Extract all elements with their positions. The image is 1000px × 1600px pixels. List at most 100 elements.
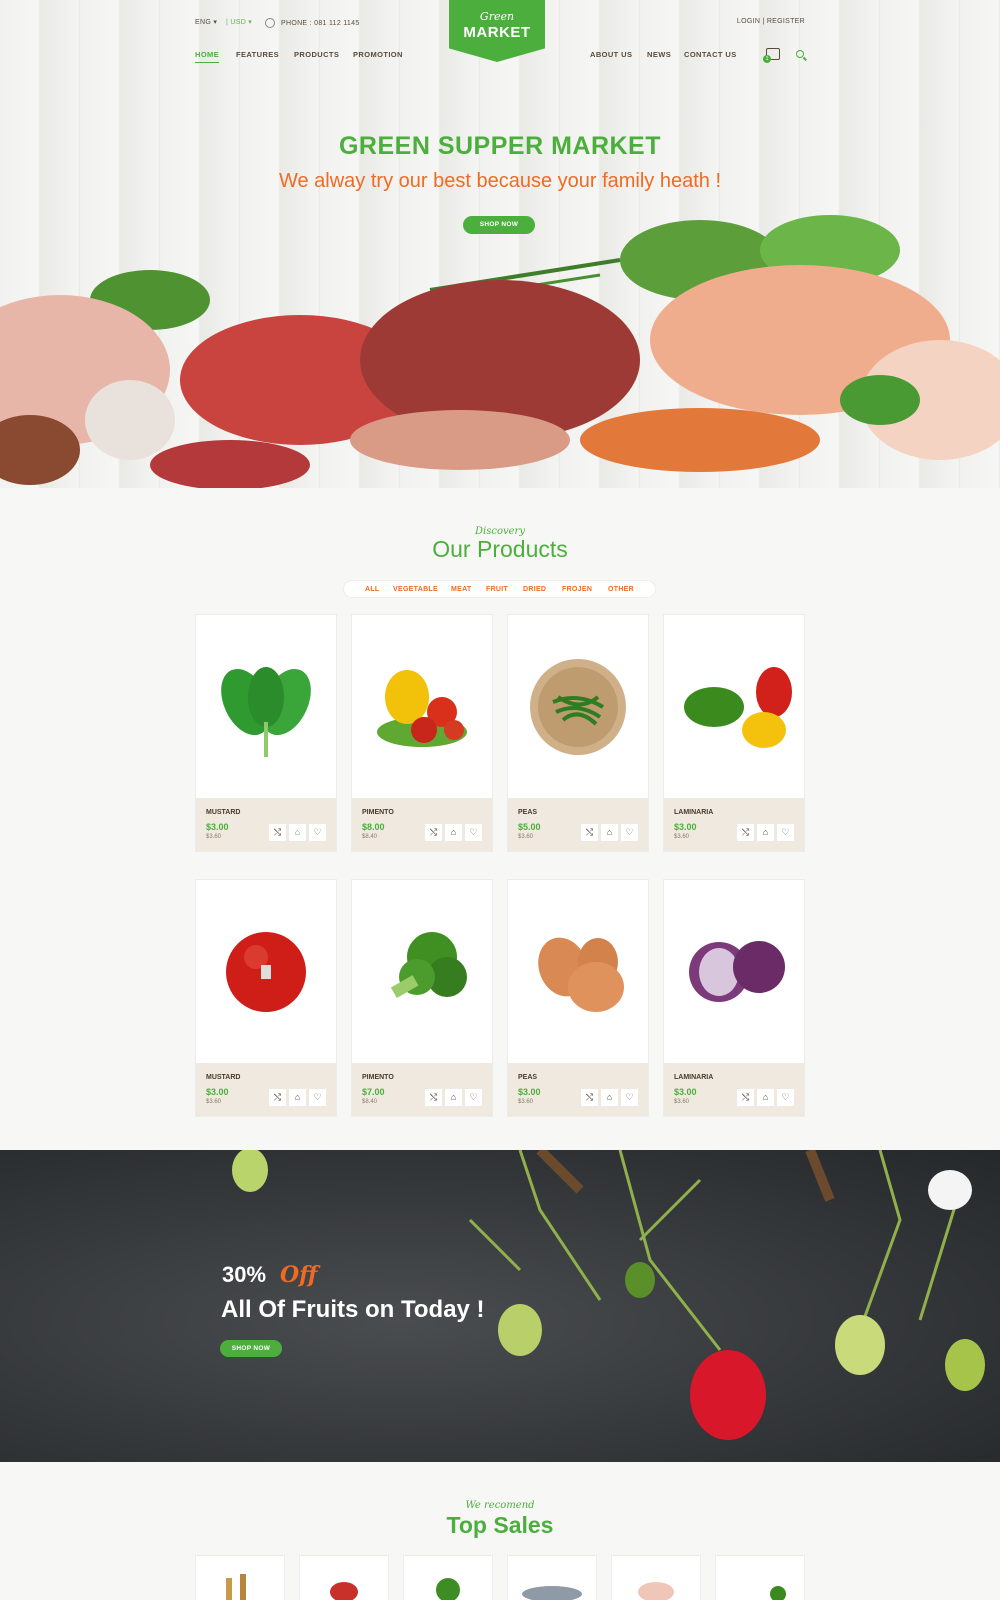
product-price: $7.00: [362, 1087, 385, 1097]
nav-news[interactable]: NEWS: [647, 50, 671, 59]
product-info: PIMENTO $8.00 $8.40 ⤭ ⌂ ♡: [352, 798, 492, 851]
promo-shop-now-button[interactable]: SHOP NOW: [220, 1340, 282, 1357]
search-icon[interactable]: [796, 50, 804, 58]
product-image-bell-peppers[interactable]: [664, 615, 804, 798]
promo-headline: All Of Fruits on Today !: [221, 1296, 485, 1323]
top-sale-card[interactable]: [300, 1556, 388, 1600]
top-sales-kicker: We recomend: [465, 1500, 535, 1511]
heart-icon[interactable]: ♡: [621, 824, 638, 841]
filter-all[interactable]: ALL: [365, 586, 380, 593]
compare-icon[interactable]: ⤭: [581, 824, 598, 841]
basket-icon[interactable]: ⌂: [757, 1089, 774, 1106]
compare-icon[interactable]: ⤭: [269, 1089, 286, 1106]
product-name[interactable]: PEAS: [518, 1074, 537, 1081]
hero-section: ENG ▾ | USD ▾ PHONE : 081 112 1145 LOGIN…: [0, 0, 1000, 488]
product-name[interactable]: MUSTARD: [206, 809, 240, 816]
top-sale-card[interactable]: [508, 1556, 596, 1600]
product-price: $3.00: [206, 822, 229, 832]
compare-icon[interactable]: ⤭: [425, 824, 442, 841]
product-image-beans-basket[interactable]: [508, 615, 648, 798]
filter-meat[interactable]: MEAT: [451, 586, 472, 593]
nav-about-us[interactable]: ABOUT US: [590, 50, 632, 59]
product-image-pepper-tomato[interactable]: [352, 615, 492, 798]
auth-separator: |: [762, 18, 765, 25]
product-price: $3.00: [674, 822, 697, 832]
top-sale-card[interactable]: [196, 1556, 284, 1600]
product-image-broccoli[interactable]: [352, 880, 492, 1063]
top-sale-card[interactable]: [404, 1556, 492, 1600]
nav-contact-us[interactable]: CONTACT US: [684, 50, 737, 59]
product-image-red-cabbage[interactable]: [664, 880, 804, 1063]
product-actions: ⤭ ⌂ ♡: [578, 824, 638, 842]
basket-icon[interactable]: ⌂: [289, 824, 306, 841]
product-name[interactable]: PIMENTO: [362, 1074, 394, 1081]
filter-dried[interactable]: DRIED: [523, 586, 546, 593]
heart-icon[interactable]: ♡: [777, 1089, 794, 1106]
product-card[interactable]: PEAS $3.00 $3.60 ⤭ ⌂ ♡: [508, 880, 648, 1116]
filter-vegetable[interactable]: VEGETABLE: [393, 586, 438, 593]
basket-icon[interactable]: ⌂: [289, 1089, 306, 1106]
products-title: Our Products: [432, 536, 568, 562]
nav-home[interactable]: HOME: [195, 50, 220, 63]
product-price: $3.00: [206, 1087, 229, 1097]
nav-products[interactable]: PRODUCTS: [294, 50, 339, 59]
register-link[interactable]: REGISTER: [767, 18, 805, 25]
hero-shop-now-button[interactable]: SHOP NOW: [463, 216, 535, 234]
heart-icon[interactable]: ♡: [621, 1089, 638, 1106]
compare-icon[interactable]: ⤭: [737, 824, 754, 841]
filter-fruit[interactable]: FRUIT: [486, 586, 508, 593]
filter-other[interactable]: OTHER: [608, 586, 634, 593]
compare-icon[interactable]: ⤭: [581, 1089, 598, 1106]
basket-icon[interactable]: ⌂: [445, 1089, 462, 1106]
product-price: $5.00: [518, 822, 541, 832]
heart-icon[interactable]: ♡: [465, 1089, 482, 1106]
hero-subtitle: We alway try our best because your famil…: [278, 170, 722, 192]
product-card[interactable]: LAMINARIA $3.00 $3.60 ⤭ ⌂ ♡: [664, 615, 804, 851]
product-card[interactable]: MUSTARD $3.00 $3.60 ⤭ ⌂ ♡: [196, 615, 336, 851]
nav-promotion[interactable]: PROMOTION: [353, 50, 403, 59]
compare-icon[interactable]: ⤭: [737, 1089, 754, 1106]
product-info: PEAS $5.00 $3.60 ⤭ ⌂ ♡: [508, 798, 648, 851]
compare-icon[interactable]: ⤭: [269, 824, 286, 841]
product-old-price: $3.60: [674, 834, 690, 840]
auth-links: LOGIN | REGISTER: [737, 18, 805, 25]
top-sale-card[interactable]: [716, 1556, 804, 1600]
product-name[interactable]: MUSTARD: [206, 1074, 240, 1081]
heart-icon[interactable]: ♡: [777, 824, 794, 841]
heart-icon[interactable]: ♡: [309, 824, 326, 841]
phone-icon: [265, 18, 275, 28]
product-name[interactable]: LAMINARIA: [674, 1074, 713, 1081]
product-card[interactable]: LAMINARIA $3.00 $3.60 ⤭ ⌂ ♡: [664, 880, 804, 1116]
compare-icon[interactable]: ⤭: [425, 1089, 442, 1106]
product-card[interactable]: PIMENTO $7.00 $8.40 ⤭ ⌂ ♡: [352, 880, 492, 1116]
strawberry-plant-image: [232, 1150, 985, 1440]
filter-frojen[interactable]: FROJEN: [562, 586, 592, 593]
logo-text: MARKET: [463, 24, 531, 41]
promo-percent: 30%: [222, 1262, 267, 1287]
basket-icon[interactable]: ⌂: [757, 824, 774, 841]
heart-icon[interactable]: ♡: [465, 824, 482, 841]
product-image-apple[interactable]: [196, 880, 336, 1063]
product-name[interactable]: PIMENTO: [362, 809, 394, 816]
currency-select[interactable]: | USD ▾: [226, 18, 252, 26]
product-name[interactable]: LAMINARIA: [674, 809, 713, 816]
basket-icon[interactable]: ⌂: [601, 1089, 618, 1106]
promo-banner: [0, 1150, 1000, 1462]
top-sale-card[interactable]: [612, 1556, 700, 1600]
product-image-eggs[interactable]: [508, 880, 648, 1063]
product-card[interactable]: PEAS $5.00 $3.60 ⤭ ⌂ ♡: [508, 615, 648, 851]
nav-features[interactable]: FEATURES: [236, 50, 279, 59]
product-name[interactable]: PEAS: [518, 809, 537, 816]
basket-icon[interactable]: ⌂: [601, 824, 618, 841]
hero-title: GREEN SUPPER MARKET: [338, 132, 662, 160]
language-select[interactable]: ENG ▾: [195, 18, 217, 26]
product-info: MUSTARD $3.00 $3.60 ⤭ ⌂ ♡: [196, 1063, 336, 1116]
basket-icon[interactable]: ⌂: [445, 824, 462, 841]
product-actions: ⤭ ⌂ ♡: [578, 1089, 638, 1107]
heart-icon[interactable]: ♡: [309, 1089, 326, 1106]
product-image-spinach[interactable]: [196, 615, 336, 798]
login-link[interactable]: LOGIN: [737, 18, 760, 25]
product-card[interactable]: MUSTARD $3.00 $3.60 ⤭ ⌂ ♡: [196, 880, 336, 1116]
product-card[interactable]: PIMENTO $8.00 $8.40 ⤭ ⌂ ♡: [352, 615, 492, 851]
product-actions: ⤭ ⌂ ♡: [266, 1089, 326, 1107]
